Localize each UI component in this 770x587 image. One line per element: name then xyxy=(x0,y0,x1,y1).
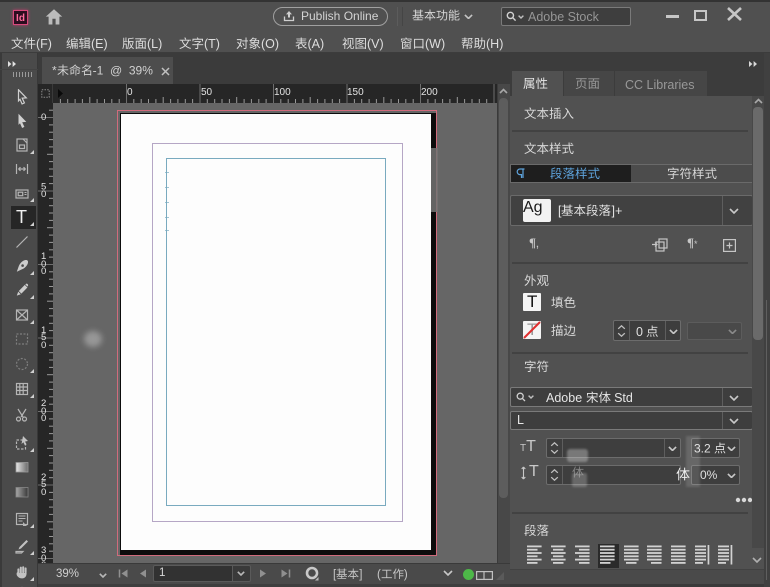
svg-text:0: 0 xyxy=(41,266,46,277)
svg-text:200: 200 xyxy=(421,87,438,98)
svg-text:100: 100 xyxy=(274,87,291,98)
svg-text:150: 150 xyxy=(347,87,364,98)
svg-text:0: 0 xyxy=(41,340,46,351)
svg-text:0: 0 xyxy=(41,413,46,424)
svg-text:0: 0 xyxy=(127,87,133,98)
svg-text:0: 0 xyxy=(41,189,46,200)
svg-text:50: 50 xyxy=(201,87,213,98)
svg-text:0: 0 xyxy=(41,487,46,498)
svg-text:0: 0 xyxy=(41,112,46,123)
